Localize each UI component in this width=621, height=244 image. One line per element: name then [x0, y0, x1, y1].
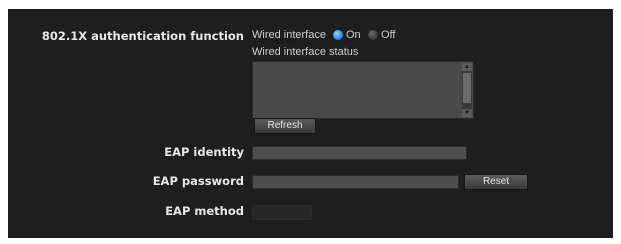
settings-panel: 802.1X authentication function Wired int…	[8, 9, 613, 238]
eap-identity-row: EAP identity	[8, 145, 244, 161]
refresh-button[interactable]: Refresh	[254, 118, 316, 134]
wired-status-textarea[interactable]: ▲ ▼	[252, 61, 474, 119]
radio-off[interactable]	[368, 30, 378, 40]
radio-on-label[interactable]: On	[346, 29, 361, 41]
radio-on[interactable]	[333, 30, 343, 40]
eap-identity-label: EAP identity	[164, 145, 244, 159]
eap-method-select[interactable]	[252, 205, 312, 220]
wired-status-label: Wired interface status	[252, 46, 359, 58]
scroll-down-icon[interactable]: ▼	[462, 109, 472, 117]
auth-function-label: 802.1X authentication function	[41, 29, 244, 43]
reset-button[interactable]: Reset	[464, 174, 528, 190]
eap-identity-input[interactable]	[252, 146, 467, 160]
eap-password-input[interactable]	[252, 175, 459, 189]
eap-password-label: EAP password	[152, 174, 244, 188]
radio-off-label[interactable]: Off	[381, 29, 395, 41]
eap-method-label: EAP method	[165, 204, 244, 218]
status-scrollbar[interactable]: ▲ ▼	[462, 63, 472, 117]
auth-function-row: 802.1X authentication function	[8, 29, 244, 45]
wired-interface-label: Wired interface	[252, 29, 326, 41]
eap-method-row: EAP method	[8, 204, 244, 220]
eap-password-row: EAP password	[8, 174, 244, 190]
scroll-up-icon[interactable]: ▲	[462, 63, 472, 71]
scroll-thumb[interactable]	[463, 73, 471, 103]
